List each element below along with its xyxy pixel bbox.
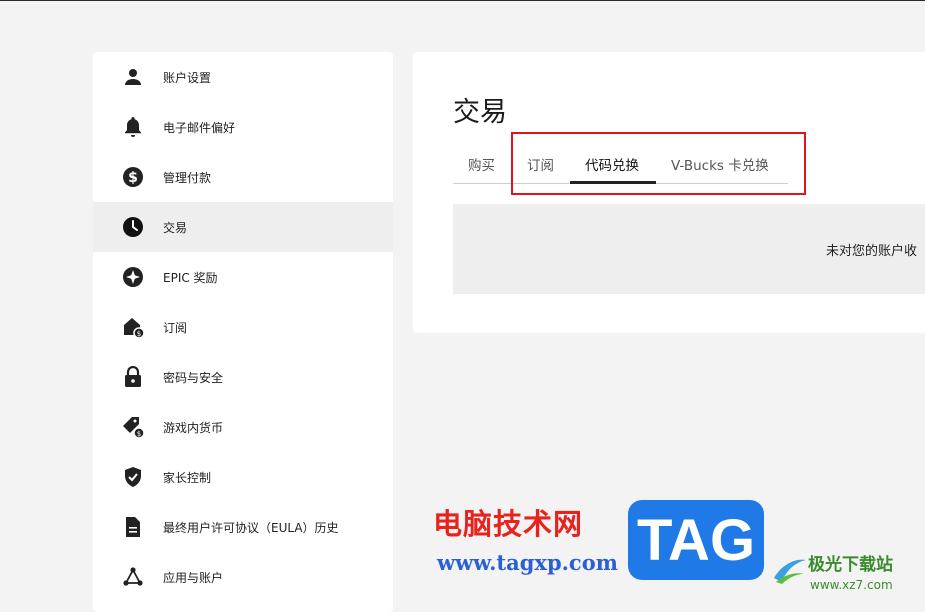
connections-icon	[121, 565, 145, 589]
sidebar-item-account-settings[interactable]: 账户设置	[93, 52, 393, 102]
sidebar-item-label: 账户设置	[163, 70, 212, 85]
account-sidebar: 账户设置 电子邮件偏好 $ 管理付款 交易 EPIC 奖励 $ 订阅 密码与安全	[93, 52, 393, 612]
sidebar-item-label: 管理付款	[163, 170, 212, 185]
transactions-panel: 交易 购买 订阅 代码兑换 V-Bucks 卡兑换 未对您的账户收	[413, 52, 925, 333]
sidebar-item-epic-rewards[interactable]: EPIC 奖励	[93, 252, 393, 302]
svg-text:$: $	[137, 430, 141, 438]
subscription-icon: $	[121, 315, 145, 339]
page-title: 交易	[453, 97, 507, 128]
sidebar-item-label: 订阅	[163, 320, 188, 335]
document-icon	[121, 515, 145, 539]
currency-tag-icon: $	[121, 415, 145, 439]
watermark-site-url: www.tagxp.com	[437, 550, 618, 575]
sidebar-item-label: 电子邮件偏好	[163, 120, 236, 135]
star-badge-icon	[121, 265, 145, 289]
sidebar-item-password-security[interactable]: 密码与安全	[93, 352, 393, 402]
watermark-jg-url: www.xz7.com	[810, 578, 893, 592]
svg-text:$: $	[137, 330, 141, 338]
sidebar-item-apps-accounts[interactable]: 应用与账户	[93, 552, 393, 602]
shield-check-icon	[121, 465, 145, 489]
sidebar-item-in-game-currency[interactable]: $ 游戏内货币	[93, 402, 393, 452]
sidebar-item-label: 游戏内货币	[163, 420, 224, 435]
top-border	[0, 0, 925, 1]
svg-text:$: $	[128, 170, 138, 186]
sidebar-item-label: EPIC 奖励	[163, 270, 218, 285]
sidebar-item-manage-payments[interactable]: $ 管理付款	[93, 152, 393, 202]
aurora-logo-icon	[770, 548, 810, 588]
person-icon	[121, 65, 145, 89]
sidebar-item-label: 家长控制	[163, 470, 212, 485]
sidebar-item-eula-history[interactable]: 最终用户许可协议（EULA）历史	[93, 502, 393, 552]
dollar-icon: $	[121, 165, 145, 189]
lock-icon	[121, 365, 145, 389]
annotation-highlight-box	[511, 132, 806, 195]
clock-icon	[121, 215, 145, 239]
sidebar-item-subscriptions[interactable]: $ 订阅	[93, 302, 393, 352]
sidebar-item-label: 交易	[163, 220, 188, 235]
watermark-tag-logo: TAG	[628, 500, 764, 580]
sidebar-item-label: 应用与账户	[163, 570, 224, 585]
watermark-jg-name: 极光下载站	[808, 555, 893, 575]
tab-purchases[interactable]: 购买	[468, 154, 495, 174]
sidebar-item-transactions[interactable]: 交易	[93, 202, 393, 252]
sidebar-item-parental-controls[interactable]: 家长控制	[93, 452, 393, 502]
empty-state-box: 未对您的账户收	[453, 204, 925, 294]
bell-icon	[121, 115, 145, 139]
sidebar-item-label: 密码与安全	[163, 370, 224, 385]
watermark-site-name: 电脑技术网	[433, 507, 584, 541]
sidebar-item-label: 最终用户许可协议（EULA）历史	[163, 520, 339, 535]
sidebar-item-email-preferences[interactable]: 电子邮件偏好	[93, 102, 393, 152]
empty-state-message: 未对您的账户收	[826, 244, 918, 259]
